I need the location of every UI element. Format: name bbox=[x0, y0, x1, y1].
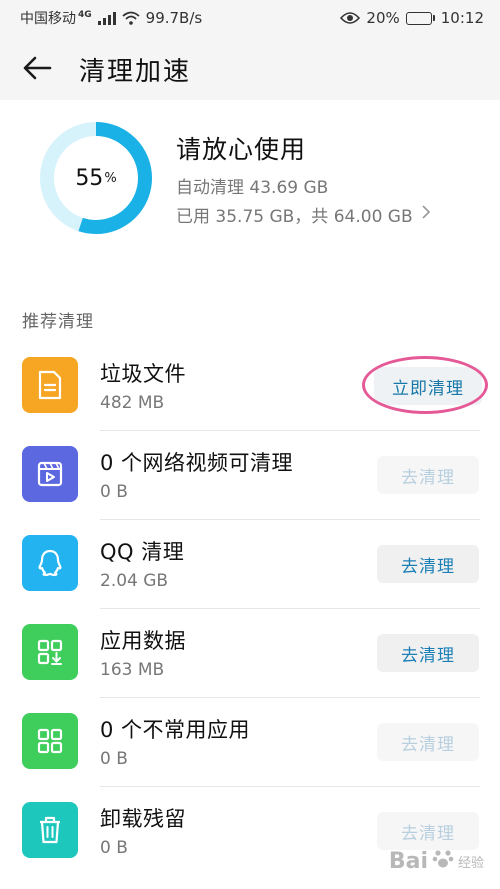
carrier-name: 中国移动 4G bbox=[20, 8, 92, 28]
item-size: 482 MB bbox=[100, 393, 165, 413]
status-bar: 中国移动 4G 99.7B/s 20% 10:12 bbox=[0, 0, 500, 36]
recommend-list: 垃圾文件 482 MB 立即清理 0 个网络视频可清理 0 B 去清理 QQ 清理 2.04 … bbox=[0, 342, 500, 876]
percent-sign: % bbox=[104, 170, 117, 186]
status-bar-right: 20% 10:12 bbox=[340, 9, 484, 27]
item-title: 垃圾文件 bbox=[100, 362, 186, 386]
ring-label: 55% bbox=[38, 120, 154, 236]
section-title-recommend: 推荐清理 bbox=[22, 312, 94, 332]
item-size: 0 B bbox=[100, 749, 128, 769]
page-title: 清理加速 bbox=[79, 57, 192, 87]
item-size: 0 B bbox=[100, 838, 128, 858]
storage-status-text: 请放心使用 bbox=[176, 135, 307, 164]
app-header: 清理加速 bbox=[0, 36, 500, 100]
list-item[interactable]: 垃圾文件 482 MB 立即清理 bbox=[0, 342, 500, 431]
item-size: 0 B bbox=[100, 482, 128, 502]
go-clean-button[interactable]: 去清理 bbox=[377, 812, 479, 850]
battery-percent: 20% bbox=[366, 9, 400, 27]
wifi-icon bbox=[122, 11, 140, 25]
item-size: 2.04 GB bbox=[100, 571, 169, 591]
clock: 10:12 bbox=[440, 9, 484, 27]
paw-icon bbox=[432, 847, 454, 875]
item-title: 卸载残留 bbox=[100, 807, 186, 831]
signal-icon bbox=[97, 11, 116, 25]
list-item[interactable]: QQ 清理 2.04 GB 去清理 bbox=[0, 520, 500, 609]
usage-percent: 55 bbox=[75, 165, 104, 191]
clean-now-button[interactable]: 立即清理 bbox=[374, 367, 482, 405]
file-icon bbox=[22, 357, 78, 413]
item-title: 0 个网络视频可清理 bbox=[100, 451, 294, 475]
item-title: QQ 清理 bbox=[100, 540, 185, 564]
network-speed: 99.7B/s bbox=[145, 9, 203, 27]
network-type: 4G bbox=[78, 10, 92, 21]
go-clean-button[interactable]: 去清理 bbox=[377, 456, 479, 494]
item-title: 0 个不常用应用 bbox=[100, 718, 251, 742]
storage-usage-link[interactable]: 已用 35.75 GB，共 64.00 GB bbox=[176, 202, 431, 227]
watermark-suffix: 经验 bbox=[457, 855, 484, 871]
item-title: 应用数据 bbox=[100, 629, 186, 653]
arrow-left-icon[interactable] bbox=[22, 53, 52, 83]
list-item[interactable]: 应用数据 163 MB 去清理 bbox=[0, 609, 500, 698]
storage-summary: 55% 请放心使用 自动清理 43.69 GB 已用 35.75 GB，共 64… bbox=[0, 100, 500, 280]
list-item[interactable]: 0 个网络视频可清理 0 B 去清理 bbox=[0, 431, 500, 520]
watermark-brand: Bai bbox=[388, 848, 428, 874]
status-bar-left: 中国移动 4G 99.7B/s bbox=[20, 8, 202, 28]
storage-usage-text: 已用 35.75 GB，共 64.00 GB bbox=[176, 207, 413, 227]
chevron-right-icon bbox=[421, 204, 431, 225]
battery-icon bbox=[405, 11, 435, 25]
list-item[interactable]: 0 个不常用应用 0 B 去清理 bbox=[0, 698, 500, 787]
trash-icon bbox=[22, 802, 78, 858]
go-clean-button[interactable]: 去清理 bbox=[377, 723, 479, 761]
item-size: 163 MB bbox=[100, 660, 165, 680]
apps-grid-icon bbox=[22, 713, 78, 769]
baidu-watermark: Bai 经验 bbox=[389, 847, 484, 875]
auto-clean-amount: 自动清理 43.69 GB bbox=[176, 178, 329, 198]
go-clean-button[interactable]: 去清理 bbox=[377, 634, 479, 672]
app-data-icon bbox=[22, 624, 78, 680]
carrier-text: 中国移动 bbox=[20, 11, 76, 27]
video-icon bbox=[22, 446, 78, 502]
go-clean-button[interactable]: 去清理 bbox=[377, 545, 479, 583]
eye-icon bbox=[340, 11, 361, 25]
qq-icon bbox=[22, 535, 78, 591]
